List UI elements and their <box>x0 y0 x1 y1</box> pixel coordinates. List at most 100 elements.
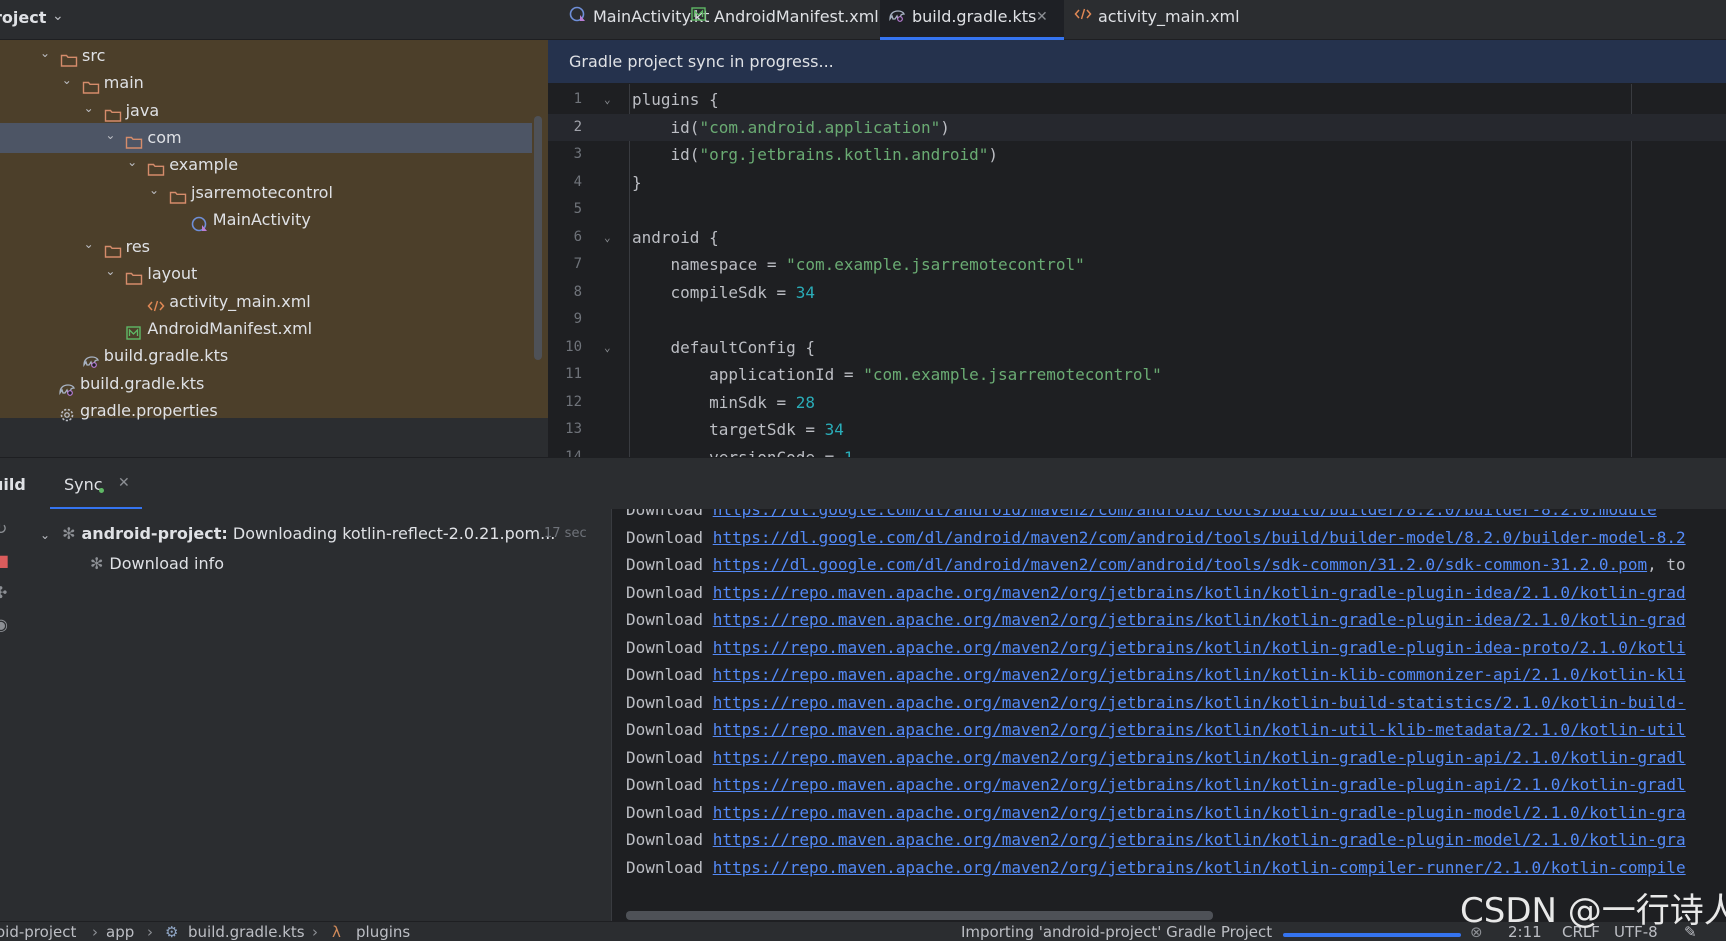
code-token: android { <box>632 227 719 247</box>
code-line[interactable]: 5 <box>548 196 1726 224</box>
pin-icon[interactable]: ✣ <box>0 583 7 602</box>
gradle-icon <box>58 376 76 396</box>
download-link[interactable]: https://repo.maven.apache.org/maven2/org… <box>713 720 1686 739</box>
tree-item-label: com <box>147 127 182 147</box>
code-line[interactable]: 11 applicationId = "com.example.jsarremo… <box>548 361 1726 389</box>
download-link[interactable]: https://repo.maven.apache.org/maven2/org… <box>713 803 1686 822</box>
download-link[interactable]: https://repo.maven.apache.org/maven2/org… <box>713 665 1686 684</box>
background-task-label[interactable]: Importing 'android-project' Gradle Proje… <box>961 923 1272 941</box>
code-token: ) <box>940 117 950 137</box>
tree-item-label: build.gradle.kts <box>80 373 205 393</box>
console-line: Download https://repo.maven.apache.org/m… <box>626 634 1686 662</box>
tree-item-com[interactable]: ⌄ com <box>0 120 532 153</box>
code-line[interactable]: 13 targetSdk = 34 <box>548 416 1726 444</box>
tree-item-androidmanifest-xml[interactable]: AndroidManifest.xml <box>0 314 548 344</box>
fold-chevron-icon[interactable]: ⌄ <box>604 224 611 252</box>
code-line[interactable]: 6 ⌄ android { <box>548 224 1726 252</box>
console-prefix: Download <box>626 637 704 657</box>
code-line[interactable]: 7 namespace = "com.example.jsarremotecon… <box>548 251 1726 279</box>
tree-item-activity-main-xml[interactable]: activity_main.xml <box>0 287 548 317</box>
download-link[interactable]: https://repo.maven.apache.org/maven2/org… <box>713 858 1686 877</box>
project-title[interactable]: roject <box>0 8 46 27</box>
stop-icon[interactable]: ■ <box>0 551 9 570</box>
code-token: } <box>632 172 642 192</box>
tree-item-jsarremotecontrol[interactable]: ⌄ jsarremotecontrol <box>0 178 548 208</box>
build-child-row[interactable]: ✻ Download info <box>90 549 224 579</box>
code-text: plugins { <box>632 86 719 114</box>
code-line[interactable]: 9 <box>548 306 1726 334</box>
line-number: 4 <box>573 173 582 190</box>
chevron-down-icon[interactable]: ⌄ <box>82 229 96 259</box>
sync-banner: Gradle project sync in progress... <box>548 40 1726 84</box>
download-link[interactable]: https://repo.maven.apache.org/maven2/org… <box>713 610 1686 629</box>
line-number: 1 <box>573 91 582 107</box>
code-line[interactable]: 4} <box>548 169 1726 197</box>
breadcrumb-app[interactable]: app <box>106 923 134 941</box>
fold-chevron-icon[interactable]: ⌄ <box>604 334 611 362</box>
chevron-down-icon[interactable]: ⌄ <box>103 256 117 286</box>
sync-banner-text: Gradle project sync in progress... <box>569 52 834 71</box>
tree-item-java[interactable]: ⌄ java <box>0 96 548 126</box>
download-link[interactable]: https://repo.maven.apache.org/maven2/org… <box>713 748 1686 767</box>
build-task-row[interactable]: ⌄ ✻ android-project: Downloading kotlin-re… <box>40 519 555 549</box>
rerun-icon[interactable]: ↻ <box>0 519 7 538</box>
download-link[interactable]: https://repo.maven.apache.org/maven2/org… <box>713 638 1686 657</box>
code-line[interactable]: 8 compileSdk = 34 <box>548 279 1726 307</box>
download-link[interactable]: https://dl.google.com/dl/android/maven2/… <box>713 555 1647 574</box>
fold-chevron-icon[interactable]: ⌄ <box>604 86 611 114</box>
tree-item-layout[interactable]: ⌄ layout <box>0 259 548 289</box>
chevron-down-icon[interactable]: ⌄ <box>125 147 139 177</box>
tree-item-example[interactable]: ⌄ example <box>0 150 548 180</box>
breadcrumb-file[interactable]: build.gradle.kts <box>188 923 305 941</box>
code-line[interactable]: 12 minSdk = 28 <box>548 389 1726 417</box>
download-link[interactable]: https://repo.maven.apache.org/maven2/org… <box>713 583 1686 602</box>
build-task-time: 17 sec <box>544 526 587 541</box>
chevron-down-icon[interactable]: ⌄ <box>82 93 96 123</box>
tree-item-res[interactable]: ⌄ res <box>0 232 548 262</box>
chevron-down-icon[interactable]: ⌄ <box>52 8 64 24</box>
folder-icon <box>104 239 122 258</box>
chevron-down-icon[interactable]: ⌄ <box>103 120 117 150</box>
tab-activity-main-xml[interactable]: activity_main.xml <box>1066 0 1254 40</box>
spinner-icon: ✻ <box>62 524 76 543</box>
console-prefix: Download <box>626 509 704 519</box>
tab-androidmanifest-xml[interactable]: AndroidManifest.xml <box>682 0 880 40</box>
tree-item-build-gradle-kts[interactable]: build.gradle.kts <box>0 341 548 371</box>
tree-item-build-gradle-kts[interactable]: build.gradle.kts <box>0 369 548 399</box>
console-hscrollbar[interactable] <box>626 911 1213 920</box>
code-line[interactable]: 14 versionCode = 1 <box>548 444 1726 458</box>
build-console[interactable]: Download https://dl.google.com/dl/androi… <box>611 509 1726 921</box>
tree-scrollbar[interactable] <box>534 116 542 360</box>
tree-item-label: src <box>82 46 106 65</box>
line-number: 3 <box>573 146 582 162</box>
code-line[interactable]: 1 ⌄ plugins { <box>548 86 1726 114</box>
code-line[interactable]: 2 id("com.android.application") <box>548 113 1726 141</box>
tab-sync[interactable]: Sync ✕ <box>50 458 142 510</box>
chevron-down-icon[interactable]: ⌄ <box>40 528 50 542</box>
console-line: Download https://dl.google.com/dl/androi… <box>626 509 1657 524</box>
chevron-down-icon[interactable]: ⌄ <box>38 38 52 68</box>
eye-icon[interactable]: ◉ <box>0 615 8 634</box>
code-editor[interactable]: 1 ⌄ plugins {2 id("com.android.application… <box>548 84 1726 457</box>
close-icon[interactable]: ✕ <box>118 475 130 491</box>
code-line[interactable]: 10 ⌄ defaultConfig { <box>548 334 1726 362</box>
download-link[interactable]: https://repo.maven.apache.org/maven2/org… <box>713 693 1686 712</box>
download-link[interactable]: https://dl.google.com/dl/android/maven2/… <box>713 528 1686 547</box>
breadcrumb-project[interactable]: oid-project <box>0 923 76 941</box>
code-line[interactable]: 3 id("org.jetbrains.kotlin.android") <box>548 141 1726 169</box>
breadcrumb-symbol[interactable]: plugins <box>356 923 410 941</box>
tab-label: build.gradle.kts <box>912 7 1037 26</box>
download-link[interactable]: https://repo.maven.apache.org/maven2/org… <box>713 830 1686 849</box>
console-prefix: Download <box>626 555 704 574</box>
download-link[interactable]: https://repo.maven.apache.org/maven2/org… <box>713 775 1686 794</box>
tab-build-gradle-kts[interactable]: build.gradle.kts ✕ <box>880 0 1064 40</box>
gear-icon <box>58 403 76 422</box>
code-text: } <box>632 169 642 197</box>
tree-item-gradle-properties[interactable]: gradle.properties <box>0 396 548 426</box>
tree-item-src[interactable]: ⌄ src <box>0 41 548 71</box>
folder-icon <box>169 185 187 204</box>
chevron-down-icon[interactable]: ⌄ <box>147 175 161 205</box>
chevron-down-icon[interactable]: ⌄ <box>60 65 74 95</box>
download-link[interactable]: https://dl.google.com/dl/android/maven2/… <box>713 509 1657 519</box>
close-icon[interactable]: ✕ <box>1036 0 1048 34</box>
